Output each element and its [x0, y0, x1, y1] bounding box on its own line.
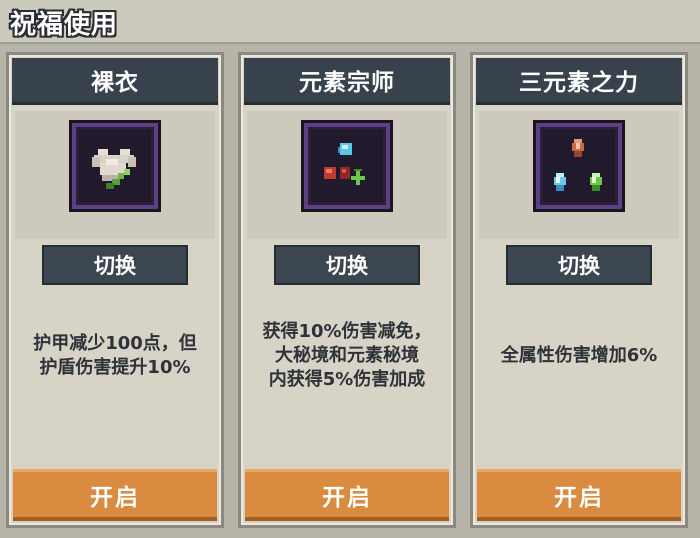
top-bar: 祝福使用	[0, 0, 700, 44]
card-name: 裸衣	[91, 70, 139, 96]
icon-panel	[479, 111, 679, 239]
cloth-shirt-icon	[80, 131, 150, 201]
switch-button[interactable]: 切换	[274, 245, 420, 285]
page-title: 祝福使用	[10, 10, 119, 40]
blessing-icon-frame	[304, 123, 390, 209]
icon-panel	[247, 111, 447, 239]
open-button[interactable]: 开启	[245, 469, 449, 521]
blessing-card-3: 三元素之力 切换 全属性伤害增加6% 开启	[470, 52, 688, 528]
open-button[interactable]: 开启	[477, 469, 681, 521]
card-name: 三元素之力	[519, 70, 639, 96]
switch-button[interactable]: 切换	[506, 245, 652, 285]
blessing-card-2: 元素宗师 切换 获得10%伤害减免， 大秘境和元素秘境 内获得5%伤害加成 开启	[238, 52, 456, 528]
card-name: 元素宗师	[299, 70, 395, 96]
card-header: 裸衣	[12, 58, 218, 105]
element-orbs-icon	[312, 131, 382, 201]
three-crystals-icon	[544, 131, 614, 201]
blessing-description: 全属性伤害增加6%	[500, 345, 658, 366]
blessing-icon-frame	[72, 123, 158, 209]
blessing-card-1: 裸衣 切换 护甲减少100点，但 护盾伤害提升10% 开启	[6, 52, 224, 528]
blessing-description: 获得10%伤害减免， 大秘境和元素秘境 内获得5%伤害加成	[262, 321, 432, 390]
card-header: 三元素之力	[476, 58, 682, 105]
icon-panel	[15, 111, 215, 239]
card-header: 元素宗师	[244, 58, 450, 105]
open-button[interactable]: 开启	[13, 469, 217, 521]
blessing-icon-frame	[536, 123, 622, 209]
switch-button[interactable]: 切换	[42, 245, 188, 285]
blessing-description: 护甲减少100点，但 护盾伤害提升10%	[33, 333, 197, 378]
